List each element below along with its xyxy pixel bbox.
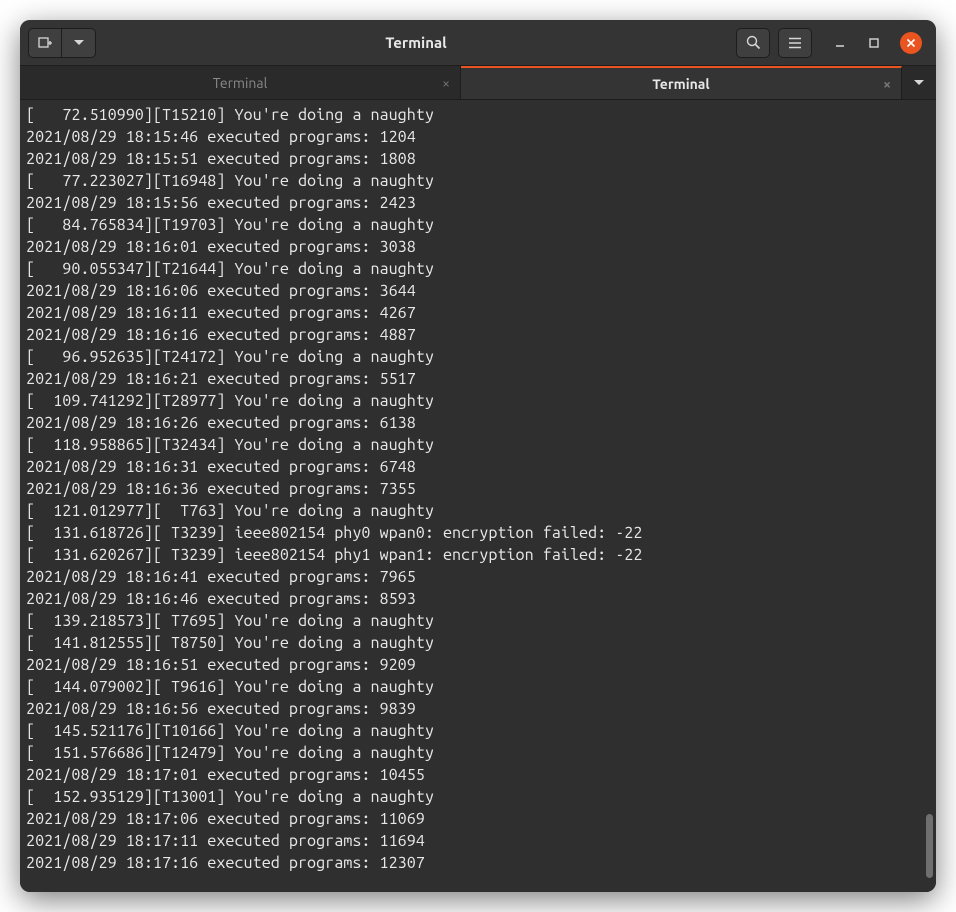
terminal-body[interactable]: [ 72.510990][T15210] You're doing a naug… (20, 100, 936, 892)
new-tab-icon (38, 36, 52, 50)
close-icon (906, 38, 916, 48)
terminal-output: [ 72.510990][T15210] You're doing a naug… (26, 104, 930, 874)
search-button[interactable] (736, 28, 770, 58)
new-tab-menu-button[interactable] (62, 28, 96, 58)
titlebar: Terminal (20, 20, 936, 66)
search-icon (746, 35, 761, 50)
tab-terminal-2[interactable]: Terminal × (461, 66, 902, 99)
close-button[interactable] (900, 32, 922, 54)
new-tab-button[interactable] (28, 28, 62, 58)
minimize-icon (834, 37, 846, 49)
tab-overflow-button[interactable] (902, 66, 936, 99)
menu-button[interactable] (778, 28, 812, 58)
tab-close-button[interactable]: × (883, 76, 891, 92)
titlebar-right-controls (736, 28, 928, 58)
chevron-down-icon (914, 80, 924, 86)
tab-close-button[interactable]: × (442, 75, 450, 91)
terminal-window: Terminal (20, 20, 936, 892)
tab-bar: Terminal × Terminal × (20, 66, 936, 100)
minimize-button[interactable] (832, 35, 848, 51)
tab-terminal-1[interactable]: Terminal × (20, 66, 461, 99)
maximize-icon (868, 37, 880, 49)
window-controls (832, 32, 922, 54)
window-title: Terminal (96, 34, 736, 51)
chevron-down-icon (74, 40, 84, 46)
titlebar-left-controls (28, 28, 96, 58)
tab-label: Terminal (652, 76, 709, 92)
tab-label: Terminal (213, 75, 268, 91)
scrollbar-thumb[interactable] (926, 814, 933, 878)
maximize-button[interactable] (866, 35, 882, 51)
hamburger-icon (788, 37, 802, 49)
